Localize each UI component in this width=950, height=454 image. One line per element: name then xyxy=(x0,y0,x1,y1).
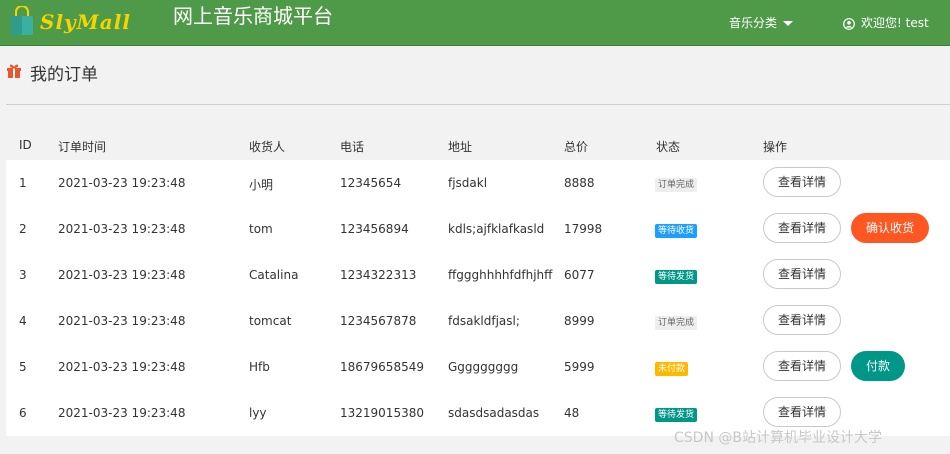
user-menu[interactable]: 欢迎您! test xyxy=(843,14,929,31)
view-detail-button[interactable]: 查看详情 xyxy=(763,259,841,289)
table-row: 3 2021-03-23 19:23:48 Catalina 1234322313 ff… xyxy=(6,252,950,298)
cell-total-price: 6077 xyxy=(564,268,595,282)
view-detail-button[interactable]: 查看详情 xyxy=(763,397,841,427)
col-address: 地址 xyxy=(448,140,473,154)
logo-text: SlyMall xyxy=(40,10,131,34)
cell-receiver: lyy xyxy=(249,406,267,420)
cell-total-price: 48 xyxy=(564,406,580,420)
cell-id: 3 xyxy=(19,268,27,282)
cell-id: 2 xyxy=(19,222,27,236)
cell-phone: 123456894 xyxy=(340,222,409,236)
cell-order-time: 2021-03-23 19:23:48 xyxy=(58,360,186,374)
cell-address: Ggggggggg xyxy=(448,360,519,374)
gift-icon xyxy=(7,64,21,78)
cell-total-price: 8999 xyxy=(564,314,595,328)
col-order-time: 订单时间 xyxy=(58,140,107,154)
status-badge: 订单完成 xyxy=(655,316,698,330)
table-row: 1 2021-03-23 19:23:48 小明 12345654 fjsdakl 888… xyxy=(6,160,950,206)
cell-phone: 1234567878 xyxy=(340,314,417,328)
status-badge: 等待发货 xyxy=(655,408,698,422)
cell-id: 5 xyxy=(19,360,27,374)
cell-id: 4 xyxy=(19,314,27,328)
cell-total-price: 17998 xyxy=(564,222,603,236)
user-icon xyxy=(843,17,855,30)
cell-address: fjsdakl xyxy=(448,176,488,190)
cell-receiver: Catalina xyxy=(249,268,299,282)
view-detail-button[interactable]: 查看详情 xyxy=(763,213,841,243)
status-badge: 订单完成 xyxy=(655,178,698,192)
cell-total-price: 5999 xyxy=(564,360,595,374)
cell-phone: 13219015380 xyxy=(340,406,424,420)
pay-button[interactable]: 付款 xyxy=(851,351,905,381)
cell-address: ffggghhhhfdfhjhff xyxy=(448,268,553,282)
table-row: 5 2021-03-23 19:23:48 Hfb 18679658549 Gggggg… xyxy=(6,344,950,390)
user-greeting: 欢迎您! test xyxy=(861,16,929,30)
cell-receiver: tom xyxy=(249,222,273,236)
confirm-receipt-button[interactable]: 确认收货 xyxy=(851,213,929,243)
cell-address: kdls;ajfklafkasld xyxy=(448,222,545,236)
status-badge: 未付款 xyxy=(655,362,689,376)
col-status: 状态 xyxy=(656,140,681,154)
view-detail-button[interactable]: 查看详情 xyxy=(763,305,841,335)
cell-phone: 12345654 xyxy=(340,176,402,190)
status-badge: 等待收货 xyxy=(655,224,698,238)
cell-receiver: 小明 xyxy=(249,178,274,192)
cell-address: sdasdsadasdas xyxy=(448,406,540,420)
music-category-menu[interactable]: 音乐分类 xyxy=(729,14,794,31)
page-title: 我的订单 xyxy=(30,65,98,85)
cell-order-time: 2021-03-23 19:23:48 xyxy=(58,176,186,190)
cell-order-time: 2021-03-23 19:23:48 xyxy=(58,222,186,236)
chevron-down-icon xyxy=(783,21,794,26)
top-navbar: SlyMall 网上音乐商城平台 音乐分类 欢迎您! test xyxy=(0,0,950,46)
view-detail-button[interactable]: 查看详情 xyxy=(763,351,841,381)
col-total-price: 总价 xyxy=(564,140,589,154)
col-receiver: 收货人 xyxy=(249,140,286,154)
music-category-label: 音乐分类 xyxy=(729,16,778,30)
col-phone: 电话 xyxy=(340,140,365,154)
cell-phone: 18679658549 xyxy=(340,360,424,374)
cell-order-time: 2021-03-23 19:23:48 xyxy=(58,268,186,282)
table-row: 4 2021-03-23 19:23:48 tomcat 1234567878 fdsa… xyxy=(6,298,950,344)
cell-receiver: tomcat xyxy=(249,314,292,328)
divider xyxy=(6,104,950,105)
view-detail-button[interactable]: 查看详情 xyxy=(763,167,841,197)
cell-total-price: 8888 xyxy=(564,176,595,190)
table-row: 2 2021-03-23 19:23:48 tom 123456894 kdls;ajf… xyxy=(6,206,950,252)
site-title: 网上音乐商城平台 xyxy=(173,4,333,28)
col-actions: 操作 xyxy=(763,140,788,154)
table-header: ID 订单时间 收货人 电话 地址 总价 状态 操作 xyxy=(6,130,950,160)
cell-order-time: 2021-03-23 19:23:48 xyxy=(58,314,186,328)
status-badge: 等待发货 xyxy=(655,270,698,284)
cell-id: 6 xyxy=(19,406,27,420)
shopping-bag-icon xyxy=(11,6,33,35)
cell-id: 1 xyxy=(19,176,27,190)
cell-address: fdsakldfjasl; xyxy=(448,314,520,328)
cell-order-time: 2021-03-23 19:23:48 xyxy=(58,406,186,420)
cell-receiver: Hfb xyxy=(249,360,270,374)
cell-phone: 1234322313 xyxy=(340,268,417,282)
col-id: ID xyxy=(19,138,32,152)
watermark: CSDN @B站计算机毕业设计大学 xyxy=(674,430,882,446)
orders-table: ID 订单时间 收货人 电话 地址 总价 状态 操作 1 2021-03-23 1… xyxy=(6,130,950,436)
